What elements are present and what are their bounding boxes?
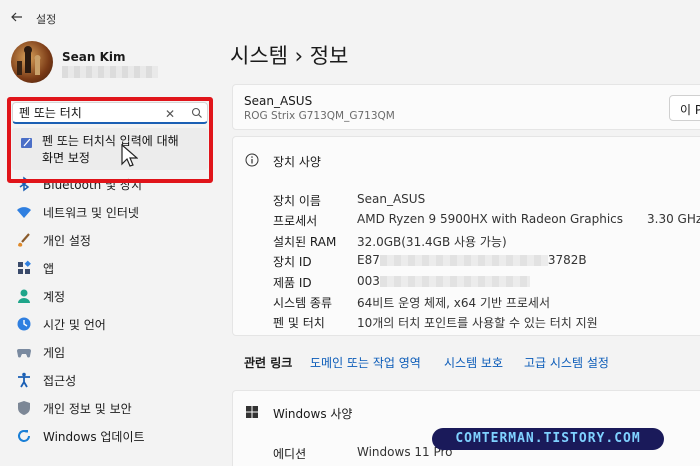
redacted-bar xyxy=(379,276,530,287)
sidebar-item-label: 접근성 xyxy=(43,374,77,388)
page-title: 시스템 › 정보 xyxy=(230,44,349,68)
globe-clock-icon xyxy=(17,317,31,331)
sidebar-item-label: 네트워크 및 인터넷 xyxy=(43,206,139,220)
gamepad-icon xyxy=(17,349,31,358)
spec-extra: 3.30 GHz xyxy=(647,212,700,226)
spec-value-redacted: E87 3782B xyxy=(357,253,587,267)
account-icon xyxy=(18,289,30,303)
update-icon xyxy=(18,430,30,442)
sidebar-item-label: 앱 xyxy=(43,262,55,276)
back-arrow-icon[interactable] xyxy=(10,10,24,24)
link-system-protection[interactable]: 시스템 보호 xyxy=(444,354,503,371)
app-title: 설정 xyxy=(36,13,57,26)
spec-row: 펜 및 터치 10개의 터치 포인트를 사용할 수 있는 터치 지원 xyxy=(273,314,700,334)
sidebar-item-accounts[interactable]: 계정 xyxy=(16,284,212,308)
sidebar-item-label: 게임 xyxy=(43,346,66,360)
spec-row: 장치 ID E87 3782B xyxy=(273,253,700,273)
spec-label: 시스템 종류 xyxy=(273,296,333,310)
spec-value-prefix: E87 xyxy=(357,253,380,267)
spec-label: 장치 이름 xyxy=(273,194,321,208)
spec-row: 장치 이름 Sean_ASUS xyxy=(273,192,700,212)
spec-value: 64비트 운영 체제, x64 기반 프로세서 xyxy=(357,296,551,310)
spec-row: 제품 ID 003 xyxy=(273,274,700,294)
sidebar-item-gaming[interactable]: 게임 xyxy=(16,340,212,364)
sidebar-item-privacy[interactable]: 개인 정보 및 보안 xyxy=(16,396,212,420)
apps-icon xyxy=(18,260,31,274)
spec-label: 펜 및 터치 xyxy=(273,316,325,330)
spec-label: 장치 ID xyxy=(273,255,312,269)
spec-value-prefix: 003 xyxy=(357,274,380,288)
avatar[interactable] xyxy=(11,41,53,83)
spec-row: 설치된 RAM 32.0GB(31.4GB 사용 가능) xyxy=(273,233,700,253)
sidebar-item-time-language[interactable]: 시간 및 언어 xyxy=(16,312,212,336)
related-links-bar: 관련 링크 도메인 또는 작업 영역 시스템 보호 고급 시스템 설정 xyxy=(232,346,700,378)
watermark: COMTERMAN.TISTORY.COM xyxy=(432,428,664,450)
annotation-highlight-box xyxy=(7,97,213,183)
spec-value: Sean_ASUS xyxy=(357,192,426,206)
spec-label: 프로세서 xyxy=(273,214,318,228)
windows-logo-icon xyxy=(246,406,258,418)
sidebar-item-accessibility[interactable]: 접근성 xyxy=(16,368,212,392)
sidebar-item-personalization[interactable]: 개인 설정 xyxy=(16,228,212,252)
sidebar-item-windows-update[interactable]: Windows 업데이트 xyxy=(16,424,212,448)
windows-section-title: Windows 사양 xyxy=(273,407,353,421)
sidebar-item-label: 개인 설정 xyxy=(43,234,91,248)
brush-icon xyxy=(18,233,30,247)
link-advanced-system-settings[interactable]: 고급 시스템 설정 xyxy=(524,354,609,371)
title-bar: 설정 xyxy=(0,0,700,36)
spec-label: 설치된 RAM xyxy=(273,235,337,249)
spec-label: 제품 ID xyxy=(273,276,312,290)
link-domain-workgroup[interactable]: 도메인 또는 작업 영역 xyxy=(310,354,421,371)
redacted-bar xyxy=(379,255,548,266)
device-name: Sean_ASUS xyxy=(244,94,313,108)
spec-value: 10개의 터치 포인트를 사용할 수 있는 터치 지원 xyxy=(357,316,598,330)
device-model: ROG Strix G713QM_G713QM xyxy=(244,110,395,122)
rename-pc-button[interactable]: 이 P xyxy=(669,95,700,121)
spec-row: 프로세서 AMD Ryzen 9 5900HX with Radeon Grap… xyxy=(273,212,700,232)
device-card: Sean_ASUS ROG Strix G713QM_G713QM 이 P xyxy=(232,84,700,130)
sidebar-item-apps[interactable]: 앱 xyxy=(16,256,212,280)
profile-name: Sean Kim xyxy=(62,50,126,64)
spec-row: 시스템 종류 64비트 운영 체제, x64 기반 프로세서 xyxy=(273,294,700,314)
mouse-cursor-icon xyxy=(121,144,138,167)
spec-label: 에디션 xyxy=(273,447,307,461)
specs-section-title: 장치 사양 xyxy=(273,155,321,169)
related-links-title: 관련 링크 xyxy=(244,356,293,370)
shield-icon xyxy=(18,401,30,415)
sidebar-item-label: 개인 정보 및 보안 xyxy=(43,402,132,416)
spec-value-suffix: 3782B xyxy=(547,253,587,267)
info-icon xyxy=(245,153,259,167)
sidebar-item-label: 계정 xyxy=(43,290,66,304)
sidebar-item-label: Windows 업데이트 xyxy=(43,430,145,444)
spec-value: AMD Ryzen 9 5900HX with Radeon Graphics xyxy=(357,212,624,226)
accessibility-icon xyxy=(18,372,30,388)
sidebar-item-network[interactable]: 네트워크 및 인터넷 xyxy=(16,200,212,224)
profile-email-redacted xyxy=(62,66,158,78)
spec-value: 32.0GB(31.4GB 사용 가능) xyxy=(357,235,507,249)
wifi-icon xyxy=(17,207,31,218)
sidebar-item-label: 시간 및 언어 xyxy=(43,318,106,332)
spec-value-redacted: 003 xyxy=(357,274,530,288)
device-specs-card: 장치 사양 장치 이름 Sean_ASUS 프로세서 AMD Ryzen 9 5… xyxy=(232,136,700,336)
